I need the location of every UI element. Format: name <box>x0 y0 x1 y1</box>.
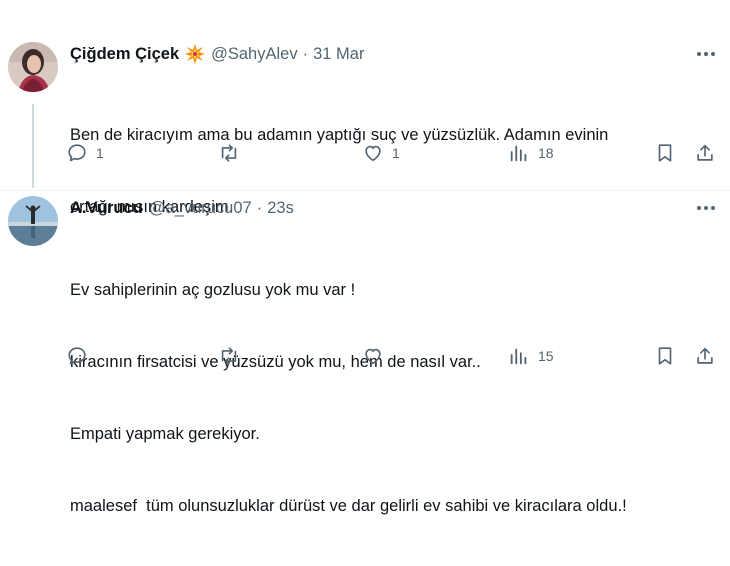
views-count: 15 <box>538 348 554 364</box>
reply-button[interactable]: 1 <box>66 138 104 168</box>
bookmark-button[interactable] <box>654 341 676 371</box>
action-bar: 15 <box>66 341 720 371</box>
timestamp[interactable]: 31 Mar <box>313 45 364 64</box>
retweet-icon <box>221 347 237 365</box>
avatar[interactable] <box>8 196 58 246</box>
timestamp[interactable]: 23s <box>267 199 294 218</box>
avatar[interactable] <box>8 42 58 92</box>
action-bar: 1 1 18 <box>66 138 720 168</box>
like-count: 1 <box>392 145 400 161</box>
analytics-icon <box>510 348 527 365</box>
bookmark-button[interactable] <box>654 138 676 168</box>
user-handle[interactable]: @SahyAlev <box>211 45 297 64</box>
share-icon <box>697 347 713 364</box>
heart-icon <box>365 145 381 162</box>
heart-icon <box>365 348 381 365</box>
bookmark-icon <box>658 144 672 162</box>
reply-icon <box>68 347 86 365</box>
views-button[interactable]: 15 <box>508 341 554 371</box>
retweet-button[interactable] <box>218 138 248 168</box>
tweet-text: Ev sahiplerinin aç gozlusu yok mu var ! … <box>70 230 627 566</box>
bookmark-icon <box>658 347 672 365</box>
share-button[interactable] <box>694 138 716 168</box>
views-button[interactable]: 18 <box>508 138 554 168</box>
share-button[interactable] <box>694 341 716 371</box>
share-icon <box>697 144 713 161</box>
like-button[interactable]: 1 <box>362 138 400 168</box>
tweet-cigdem[interactable]: Çiğdem Çiçek @SahyAlev · 31 Mar Ben de k… <box>0 0 730 216</box>
tweet-text-line: Empati yapmak gerekiyor. <box>70 425 260 443</box>
reply-button[interactable] <box>66 341 96 371</box>
tweet-header: A.Vurucu @a_vurucu07 · 23s <box>70 196 294 220</box>
tweet-text-line: maalesef tüm olunsuzluklar dürüst ve dar… <box>70 497 627 515</box>
user-handle[interactable]: @a_vurucu07 <box>149 199 252 218</box>
explosion-emoji-icon <box>185 44 206 64</box>
more-options-icon[interactable] <box>694 42 718 66</box>
display-name[interactable]: A.Vurucu <box>70 199 143 218</box>
reply-count: 1 <box>96 145 104 161</box>
views-count: 18 <box>538 145 554 161</box>
display-name[interactable]: Çiğdem Çiçek <box>70 45 179 64</box>
reply-icon <box>68 144 86 162</box>
thread-line <box>32 104 34 188</box>
tweet-header: Çiğdem Çiçek @SahyAlev · 31 Mar <box>70 42 364 66</box>
tweet-text-line: Ev sahiplerinin aç gozlusu yok mu var ! <box>70 281 356 299</box>
separator-dot: · <box>302 44 309 63</box>
retweet-button[interactable] <box>218 341 248 371</box>
more-options-icon[interactable] <box>694 196 718 220</box>
separator-dot: · <box>256 198 263 217</box>
analytics-icon <box>510 145 527 162</box>
retweet-icon <box>221 144 237 162</box>
tweet-avurucu[interactable]: A.Vurucu @a_vurucu07 · 23s Ev sahiplerin… <box>0 190 730 515</box>
like-button[interactable] <box>362 341 392 371</box>
